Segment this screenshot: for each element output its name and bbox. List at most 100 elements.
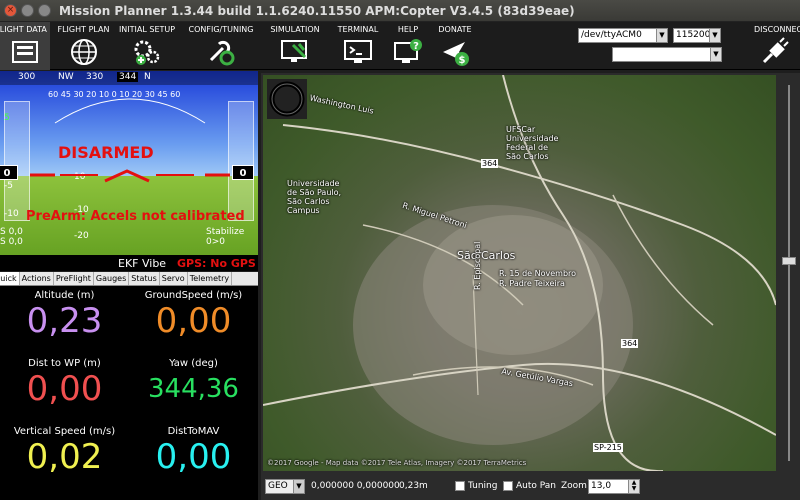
maximize-window-button[interactable]: [38, 4, 51, 17]
zoom-value: 13,0: [591, 481, 612, 491]
terminal-label: TERMINAL: [337, 25, 379, 34]
compass-widget[interactable]: [267, 79, 307, 119]
altitude-cell[interactable]: Altitude (m) 0,23: [0, 290, 129, 341]
auto-pan-label: Auto Pan: [516, 481, 556, 491]
simulation-button[interactable]: SIMULATION: [264, 22, 326, 70]
satellite-map[interactable]: Washington Luis UFSCar Universidade Fede…: [263, 75, 776, 471]
hud-mode-value: 0>0: [206, 237, 225, 247]
vertical-speed-cell[interactable]: Vertical Speed (m/s) 0,02: [0, 426, 129, 477]
title-bar: × Mission Planner 1.3.44 build 1.1.6240.…: [0, 0, 800, 22]
altitude-label: Altitude (m): [34, 290, 95, 301]
hud-display[interactable]: 300 NW 330 344 N 60 45 30 20 10 0 10 20 …: [0, 71, 258, 271]
armed-status: DISARMED: [58, 143, 154, 162]
config-tuning-button[interactable]: CONFIG/TUNING: [183, 22, 259, 70]
window-title: Mission Planner 1.3.44 build 1.1.6240.11…: [59, 3, 575, 18]
map-label-usp: Universidade de São Paulo, São Carlos Ca…: [287, 179, 342, 215]
plane-dollar-icon: $: [443, 42, 469, 66]
tab-quick[interactable]: Quick: [0, 272, 20, 285]
hud-left-stat: S 0,0: [0, 237, 23, 247]
map-label-road: R. Padre Teixeira: [499, 279, 565, 288]
baud-select[interactable]: 115200 ▼: [673, 28, 721, 43]
help-label: HELP: [397, 25, 419, 34]
pitch-label: -20: [74, 231, 89, 241]
tab-gauges[interactable]: Gauges: [94, 272, 130, 285]
altitude-readout: 0: [232, 165, 254, 180]
flight-data-button[interactable]: FLIGHT DATA: [0, 22, 50, 70]
yaw-value: 344,36: [148, 374, 239, 404]
zoom-thumb[interactable]: [782, 257, 796, 265]
quick-panel: Altitude (m) 0,23 GroundSpeed (m/s) 0,00…: [0, 286, 258, 500]
dist-wp-cell[interactable]: Dist to WP (m) 0,00: [0, 358, 129, 409]
svg-text:$: $: [459, 55, 466, 66]
globe-icon: [70, 39, 97, 65]
chevron-down-icon: ▼: [656, 29, 667, 42]
groundspeed-label: GroundSpeed (m/s): [144, 290, 243, 301]
tuning-checkbox[interactable]: [455, 481, 465, 491]
disconnect-button[interactable]: DISCONNECT: [748, 22, 800, 70]
roll-scale: 60 45 30 20 10 0 10 20 30 45 60: [48, 90, 181, 99]
initial-setup-label: INITIAL SETUP: [118, 25, 176, 34]
speed-tick: 5: [4, 113, 10, 123]
map-altitude: 0,23m: [399, 481, 428, 491]
stepper-icon[interactable]: ▲ ▼: [628, 480, 639, 493]
flight-plan-button[interactable]: FLIGHT PLAN: [55, 22, 112, 70]
chevron-down-icon: ▼: [710, 48, 721, 61]
flight-data-icon: [12, 41, 38, 63]
minimize-window-button[interactable]: [21, 4, 34, 17]
simulation-label: SIMULATION: [270, 25, 320, 34]
map-label-city: São Carlos: [457, 249, 516, 262]
monitor-plane-icon: [281, 40, 307, 62]
donate-button[interactable]: DONATE $: [431, 22, 479, 70]
zoom-input[interactable]: 13,0 ▲ ▼: [588, 479, 640, 494]
disconnect-label: DISCONNECT: [754, 25, 800, 34]
groundspeed-value: 0,00: [155, 301, 232, 341]
speed-tick: -5: [4, 181, 13, 191]
terminal-button[interactable]: TERMINAL: [331, 22, 385, 70]
altitude-tape: [228, 101, 254, 221]
initial-setup-button[interactable]: INITIAL SETUP: [116, 22, 178, 70]
map-copyright: ©2017 Google - Map data ©2017 Tele Atlas…: [267, 459, 527, 467]
chevron-down-icon: ▼: [293, 480, 304, 493]
speed-tick: -10: [4, 209, 19, 219]
tab-status[interactable]: Status: [129, 272, 160, 285]
map-coordinates: 0,000000 0,000000: [311, 481, 400, 491]
dist-to-mav-cell[interactable]: DistToMAV 0,00: [129, 426, 258, 477]
gears-icon: [134, 40, 160, 65]
map-panel: Washington Luis UFSCar Universidade Fede…: [261, 73, 800, 500]
hud-left-stat: S 0,0: [0, 227, 23, 237]
ekf-vibe-label[interactable]: EKF Vibe: [118, 257, 166, 270]
tab-telemetry[interactable]: Telemetry: [188, 272, 233, 285]
mission-planner-window: × Mission Planner 1.3.44 build 1.1.6240.…: [0, 0, 800, 500]
profile-select[interactable]: ▼: [612, 47, 722, 62]
chevron-down-icon: ▼: [709, 29, 720, 42]
highway-shield: 364: [621, 339, 639, 348]
port-value: /dev/ttyACM0: [581, 30, 642, 40]
help-button[interactable]: HELP ?: [389, 22, 427, 70]
gps-status: GPS: No GPS: [177, 257, 256, 270]
tab-servo[interactable]: Servo: [160, 272, 188, 285]
port-select[interactable]: /dev/ttyACM0 ▼: [578, 28, 668, 43]
heading-tick: 330: [86, 72, 104, 82]
highway-shield: SP-215: [593, 443, 623, 452]
horizon-indicator: [30, 169, 230, 183]
coord-format-value: GEO: [268, 481, 288, 491]
window-controls: ×: [4, 4, 51, 17]
vertical-speed-value: 0,02: [26, 437, 103, 477]
auto-pan-checkbox[interactable]: [503, 481, 513, 491]
zoom-label: Zoom: [561, 481, 587, 491]
zoom-slider[interactable]: [778, 75, 800, 471]
tab-preflight[interactable]: PreFlight: [54, 272, 94, 285]
dist-wp-label: Dist to WP (m): [28, 358, 101, 369]
close-window-button[interactable]: ×: [4, 4, 17, 17]
data-tabs: Quick Actions PreFlight Gauges Status Se…: [0, 272, 258, 286]
coord-format-select[interactable]: GEO ▼: [265, 479, 305, 494]
tab-actions[interactable]: Actions: [20, 272, 54, 285]
yaw-cell[interactable]: Yaw (deg) 344,36: [129, 358, 258, 409]
map-status-bar: GEO ▼ 0,000000 0,000000 0,23m Tuning Aut…: [261, 474, 800, 500]
groundspeed-cell[interactable]: GroundSpeed (m/s) 0,00: [129, 290, 258, 341]
highway-shield: 364: [481, 159, 499, 168]
heading-tick: N: [144, 72, 151, 82]
plug-icon: [762, 37, 789, 64]
terminal-icon: [344, 40, 372, 63]
map-label-road: R. 15 de Novembro: [499, 269, 577, 278]
